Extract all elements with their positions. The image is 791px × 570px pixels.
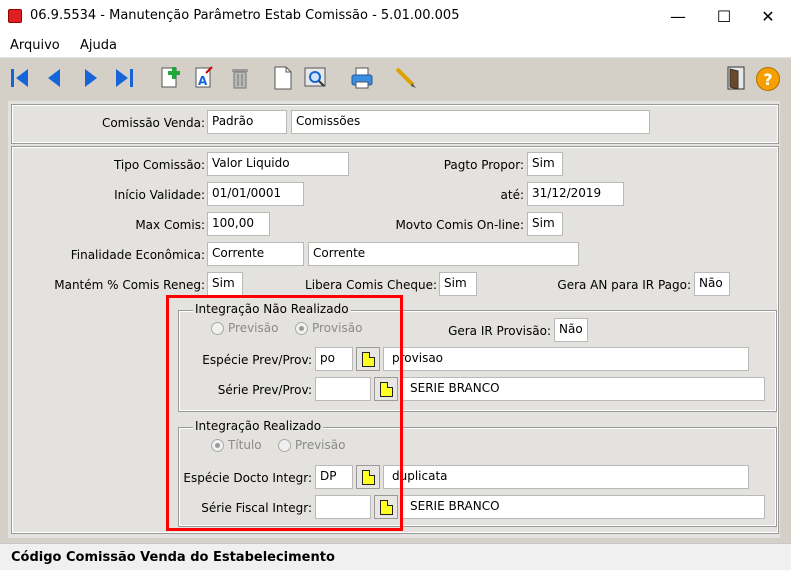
mantem-label: Mantém % Comis Reneg: — [54, 278, 205, 292]
svg-text:A: A — [198, 74, 208, 88]
print-icon — [349, 65, 375, 94]
status-bar: Código Comissão Venda do Estabelecimento — [0, 543, 791, 570]
movto-online-field[interactable]: Sim — [527, 212, 563, 236]
pagto-propor-field[interactable]: Sim — [527, 152, 563, 176]
max-comis-label: Max Comis: — [135, 218, 205, 232]
pencil-button[interactable] — [392, 64, 420, 94]
new-icon — [159, 65, 183, 94]
gera-an-label: Gera AN para IR Pago: — [557, 278, 691, 292]
finalidade-field[interactable]: Corrente — [207, 242, 304, 266]
libera-label: Libera Comis Cheque: — [305, 278, 437, 292]
ate-field[interactable]: 31/12/2019 — [527, 182, 624, 206]
edit-icon: A — [192, 65, 216, 94]
copy-record-button[interactable] — [269, 64, 297, 94]
ate-label: até: — [500, 188, 524, 202]
comissao-venda-field[interactable]: Padrão — [207, 110, 287, 134]
title-bar: 06.9.5534 - Manutenção Parâmetro Estab C… — [0, 0, 791, 32]
libera-field[interactable]: Sim — [439, 272, 477, 296]
edit-record-button[interactable]: A — [190, 64, 218, 94]
help-icon: ? — [756, 67, 780, 91]
mantem-field[interactable]: Sim — [207, 272, 243, 296]
last-icon — [112, 66, 136, 93]
first-icon — [8, 66, 32, 93]
first-record-button[interactable] — [6, 64, 34, 94]
exit-button[interactable] — [722, 64, 750, 94]
delete-record-button[interactable] — [226, 64, 254, 94]
comissao-venda-desc: Comissões — [291, 110, 650, 134]
status-text: Código Comissão Venda do Estabelecimento — [11, 550, 335, 565]
highlight-box — [166, 295, 403, 531]
maximize-button[interactable]: ☐ — [701, 0, 747, 32]
next-icon — [79, 66, 103, 93]
close-button[interactable]: ✕ — [745, 0, 791, 32]
max-comis-field[interactable]: 100,00 — [207, 212, 270, 236]
previous-icon — [42, 66, 66, 93]
new-record-button[interactable] — [157, 64, 185, 94]
zoom-button[interactable] — [302, 64, 330, 94]
app-icon — [8, 9, 22, 23]
finalidade-desc: Corrente — [308, 242, 579, 266]
blank-doc-icon — [271, 65, 295, 94]
tipo-comissao-field[interactable]: Valor Liquido — [207, 152, 349, 176]
menu-ajuda[interactable]: Ajuda — [80, 38, 117, 53]
menu-bar: Arquivo Ajuda — [0, 32, 791, 58]
window-title: 06.9.5534 - Manutenção Parâmetro Estab C… — [30, 8, 460, 23]
inicio-validade-field[interactable]: 01/01/0001 — [207, 182, 304, 206]
next-record-button[interactable] — [77, 64, 105, 94]
delete-icon — [228, 65, 252, 94]
serie-prev-desc: SERIE BRANCO — [401, 377, 765, 401]
minimize-button[interactable]: — — [655, 0, 701, 32]
previous-record-button[interactable] — [40, 64, 68, 94]
zoom-icon — [303, 65, 329, 94]
serie-fiscal-desc: SERIE BRANCO — [401, 495, 765, 519]
especie-prev-desc: provisao — [383, 347, 749, 371]
menu-arquivo[interactable]: Arquivo — [10, 38, 60, 53]
especie-docto-desc: duplicata — [383, 465, 749, 489]
pagto-propor-label: Pagto Propor: — [443, 158, 524, 172]
exit-door-icon — [724, 65, 748, 94]
comissao-venda-label: Comissão Venda: — [101, 116, 205, 130]
print-button[interactable] — [348, 64, 376, 94]
gera-ir-field[interactable]: Não — [554, 318, 588, 342]
gera-an-field[interactable]: Não — [694, 272, 730, 296]
toolbar: A ? — [0, 58, 791, 100]
movto-online-label: Movto Comis On-line: — [395, 218, 524, 232]
gera-ir-label: Gera IR Provisão: — [448, 324, 551, 338]
last-record-button[interactable] — [110, 64, 138, 94]
tipo-comissao-label: Tipo Comissão: — [113, 158, 205, 172]
pencil-icon — [393, 65, 419, 94]
inicio-validade-label: Início Validade: — [114, 188, 205, 202]
finalidade-label: Finalidade Econômica: — [70, 248, 205, 262]
help-button[interactable]: ? — [754, 64, 782, 94]
